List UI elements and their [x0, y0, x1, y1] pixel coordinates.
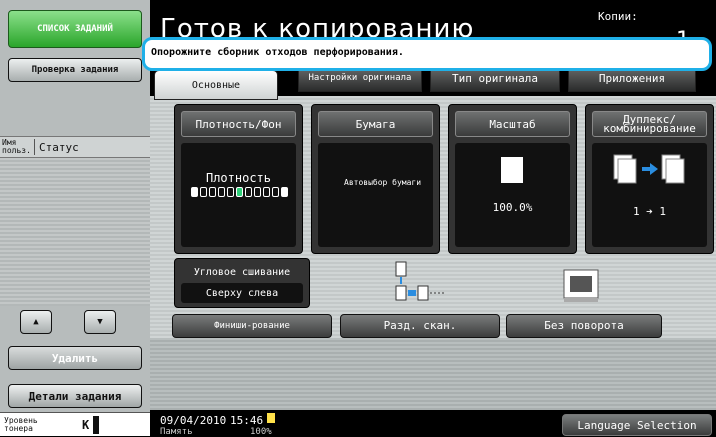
- duplex-icon: [613, 154, 685, 184]
- job-list-label: СПИСОК ЗАДАНИЙ: [37, 23, 113, 34]
- density-segment: [245, 187, 252, 197]
- time-display: 15:46: [230, 414, 264, 427]
- language-selection-button[interactable]: Language Selection: [562, 414, 712, 436]
- main-panel-footer: [150, 338, 716, 410]
- density-segment: [209, 187, 216, 197]
- finishing-icon: [395, 261, 444, 301]
- separate-scan-button[interactable]: Разд. скан.: [340, 314, 500, 338]
- duplex-value: 1 ➔ 1: [632, 205, 667, 218]
- paper-sheet-icon: [501, 157, 523, 183]
- rotation-icon: [563, 269, 599, 302]
- density-segment: [254, 187, 261, 197]
- density-segment: [227, 187, 234, 197]
- corner-staple-value: Сверху слева: [181, 283, 303, 303]
- toner-label: Уровень тонера: [4, 415, 38, 433]
- scroll-up-button[interactable]: ▲: [20, 310, 52, 334]
- tab-basic[interactable]: Основные: [154, 70, 278, 100]
- duplex-body: 1 ➔ 1: [592, 143, 707, 247]
- delete-button[interactable]: Удалить: [8, 346, 142, 370]
- warning-icon[interactable]: [266, 412, 276, 424]
- duplex-header: Дуплекс/ комбинирование: [592, 111, 707, 137]
- density-segment: [200, 187, 207, 197]
- job-check-label: Проверка задания: [31, 64, 119, 75]
- banner-message: Опорожните сборник отходов перфорировани…: [151, 47, 404, 58]
- density-segment: [191, 187, 198, 197]
- density-segment: [263, 187, 270, 197]
- density-segment: [281, 187, 288, 197]
- no-rotation-label: Без поворота: [544, 319, 624, 332]
- delete-label: Удалить: [51, 351, 99, 365]
- job-list-button[interactable]: СПИСОК ЗАДАНИЙ: [8, 10, 142, 48]
- column-divider: [34, 139, 35, 155]
- scroll-down-button[interactable]: ▼: [84, 310, 116, 334]
- job-details-label: Детали задания: [28, 389, 122, 403]
- paper-header: Бумага: [318, 111, 433, 137]
- job-sidebar: СПИСОК ЗАДАНИЙ Проверка задания Имя поль…: [0, 0, 150, 436]
- corner-staple-button[interactable]: Угловое сшивание Сверху слева: [174, 258, 310, 308]
- zoom-button[interactable]: Масштаб 100.0%: [448, 104, 577, 254]
- date-display: 09/04/2010: [160, 414, 227, 427]
- column-user: Имя польз.: [2, 138, 31, 155]
- density-header: Плотность/Фон: [181, 111, 296, 137]
- density-segment: [218, 187, 225, 197]
- density-scale: [191, 187, 288, 197]
- density-button[interactable]: Плотность/Фон Плотность: [174, 104, 303, 254]
- arrow-down-icon: ▼: [97, 316, 103, 327]
- finishing-button[interactable]: Финиши-рование: [172, 314, 332, 338]
- density-text: Плотность: [205, 171, 272, 185]
- corner-staple-label: Угловое сшивание: [193, 267, 291, 278]
- paper-value: Автовыбор бумаги: [344, 178, 422, 187]
- duplex-button[interactable]: Дуплекс/ комбинирование 1 ➔ 1: [585, 104, 714, 254]
- zoom-header: Масштаб: [455, 111, 570, 137]
- language-selection-label: Language Selection: [577, 418, 697, 432]
- zoom-body: 100.0%: [455, 143, 570, 247]
- no-rotation-button[interactable]: Без поворота: [506, 314, 662, 338]
- toner-bar-icon: [93, 415, 100, 434]
- tab-label: Приложения: [598, 71, 666, 85]
- toner-color: K: [82, 417, 90, 432]
- column-status: Статус: [39, 140, 79, 154]
- job-list[interactable]: [0, 158, 150, 306]
- arrow-up-icon: ▲: [33, 316, 39, 327]
- separate-scan-label: Разд. скан.: [383, 319, 457, 332]
- tab-label: Основные: [191, 79, 241, 91]
- job-check-button[interactable]: Проверка задания: [8, 58, 142, 82]
- job-details-button[interactable]: Детали задания: [8, 384, 142, 408]
- toner-level: Уровень тонера K: [0, 412, 150, 436]
- warning-banner: Опорожните сборник отходов перфорировани…: [142, 37, 712, 71]
- paper-body: Автовыбор бумаги: [318, 143, 433, 247]
- density-segment: [272, 187, 279, 197]
- copies-label: Копии:: [598, 10, 638, 23]
- job-list-header: Имя польз. Статус: [0, 136, 150, 158]
- tab-label: Тип оригинала: [451, 71, 539, 85]
- finishing-label: Финиши-рование: [214, 321, 290, 331]
- density-body: Плотность: [181, 143, 296, 247]
- zoom-value: 100.0%: [492, 201, 533, 214]
- tab-label: Настройки оригинала: [308, 72, 412, 83]
- density-segment-selected: [236, 187, 243, 197]
- paper-button[interactable]: Бумага Автовыбор бумаги: [311, 104, 440, 254]
